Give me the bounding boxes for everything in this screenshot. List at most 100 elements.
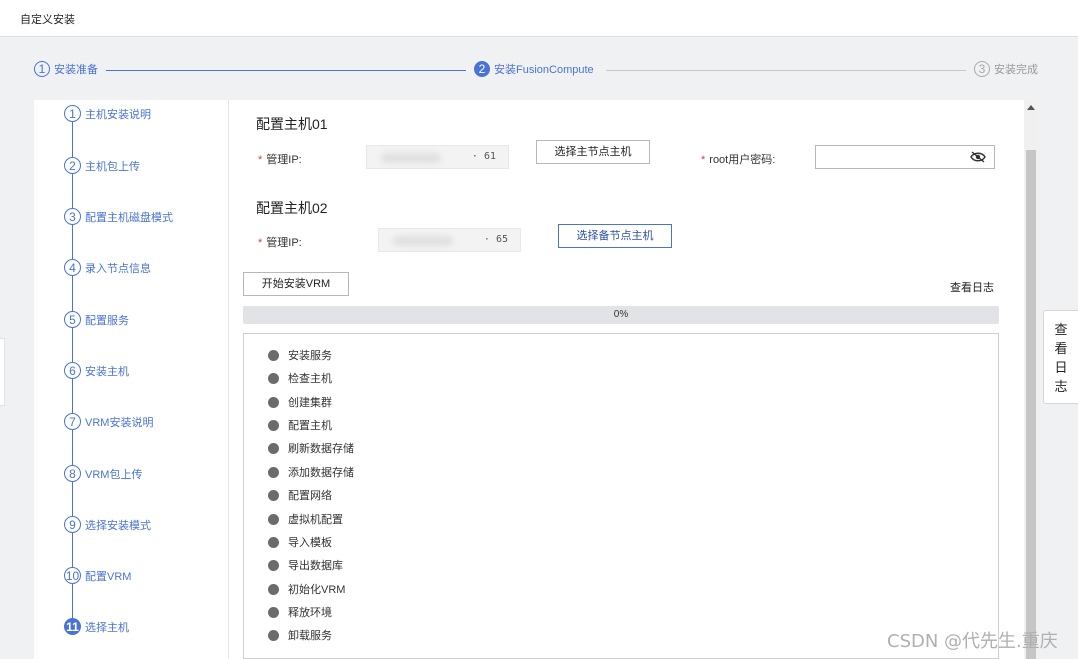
status-dot bbox=[268, 349, 279, 361]
step-number: 5 bbox=[64, 311, 81, 328]
step-label: 主机包上传 bbox=[85, 160, 140, 173]
root-password-input[interactable] bbox=[815, 145, 995, 169]
window-title: 自定义安装 bbox=[20, 14, 75, 26]
sub-stepper: 1 主机安装说明 2 主机包上传 3 配置主机磁盘模式 4 录入节点信息 5 配置服务 6… bbox=[34, 100, 229, 659]
step-label: 安装FusionCompute bbox=[494, 64, 594, 76]
host2-ip-label-text: 管理IP: bbox=[266, 237, 302, 249]
task-label: 安装服务 bbox=[288, 350, 332, 362]
task-list: 安装服务 检查主机 创建集群 配置主机 刷新数据存储 添加数据存储 配置网络 虚… bbox=[243, 333, 999, 659]
task-label: 导入模板 bbox=[288, 537, 332, 549]
task-label: 添加数据存储 bbox=[288, 467, 354, 479]
task-label: 虚拟机配置 bbox=[288, 514, 343, 526]
step-number: 9 bbox=[64, 516, 81, 533]
step-number: 1 bbox=[34, 61, 50, 77]
masked-ip-blur bbox=[393, 236, 453, 246]
install-progress-bar: 0% bbox=[243, 306, 999, 324]
task-label: 释放环境 bbox=[288, 607, 332, 619]
task-item: 刷新数据存储 bbox=[268, 440, 354, 456]
sub-step-6[interactable]: 6 安装主机 bbox=[64, 362, 129, 379]
task-label: 配置主机 bbox=[288, 420, 332, 432]
task-label: 卸载服务 bbox=[288, 630, 332, 642]
sub-step-11[interactable]: 11 选择主机 bbox=[64, 618, 129, 635]
required-marker: * bbox=[258, 237, 263, 249]
step-number: 2 bbox=[474, 61, 490, 77]
sub-step-2[interactable]: 2 主机包上传 bbox=[64, 157, 140, 174]
task-item: 添加数据存储 bbox=[268, 464, 354, 480]
task-item: 导出数据库 bbox=[268, 557, 343, 573]
status-dot bbox=[268, 396, 279, 408]
sub-step-9[interactable]: 9 选择安装模式 bbox=[64, 516, 151, 533]
host1-ip-value: · 61 bbox=[471, 151, 496, 162]
main-stepper: 1 安装准备 2 安装FusionCompute 3 安装完成 bbox=[0, 56, 1078, 86]
status-dot bbox=[268, 489, 279, 501]
status-dot bbox=[268, 606, 279, 618]
task-label: 刷新数据存储 bbox=[288, 443, 354, 455]
task-item: 配置网络 bbox=[268, 487, 332, 503]
status-dot bbox=[268, 536, 279, 548]
status-dot bbox=[268, 559, 279, 571]
task-label: 初始化VRM bbox=[288, 584, 346, 596]
task-label: 创建集群 bbox=[288, 397, 332, 409]
task-label: 检查主机 bbox=[288, 373, 332, 385]
side-view-log-tab[interactable]: 查 看 日 志 bbox=[1043, 310, 1078, 404]
host2-title: 配置主机02 bbox=[256, 200, 328, 216]
scroll-up-arrow-icon[interactable] bbox=[1027, 105, 1035, 110]
host1-ip-field[interactable]: · 61 bbox=[366, 145, 509, 169]
sub-step-7[interactable]: 7 VRM安装说明 bbox=[64, 413, 153, 430]
root-password-label: * root用户密码: bbox=[701, 151, 775, 167]
sub-step-10[interactable]: 10 配置VRM bbox=[64, 567, 131, 584]
host2-ip-field[interactable]: · 65 bbox=[378, 228, 521, 252]
side-log-char: 查 bbox=[1054, 322, 1068, 337]
sub-step-5[interactable]: 5 配置服务 bbox=[64, 311, 129, 328]
sub-step-8[interactable]: 8 VRM包上传 bbox=[64, 465, 142, 482]
task-item: 安装服务 bbox=[268, 347, 332, 363]
title-bar: 自定义安装 bbox=[0, 0, 1078, 37]
select-standby-host-button[interactable]: 选择备节点主机 bbox=[558, 224, 672, 248]
step-label: 配置服务 bbox=[85, 314, 129, 327]
step-label: 安装完成 bbox=[994, 64, 1038, 76]
required-marker: * bbox=[701, 154, 706, 166]
host1-title: 配置主机01 bbox=[256, 116, 328, 132]
main-step-2[interactable]: 2 安装FusionCompute bbox=[474, 61, 594, 77]
task-item: 检查主机 bbox=[268, 370, 332, 386]
start-install-vrm-button[interactable]: 开始安装VRM bbox=[243, 272, 349, 296]
view-log-link[interactable]: 查看日志 bbox=[950, 279, 994, 295]
side-log-char: 日 bbox=[1054, 360, 1068, 375]
main-step-3[interactable]: 3 安装完成 bbox=[974, 61, 1038, 77]
sub-step-4[interactable]: 4 录入节点信息 bbox=[64, 259, 151, 276]
task-item: 创建集群 bbox=[268, 394, 332, 410]
step-number: 3 bbox=[974, 61, 990, 77]
main-step-1[interactable]: 1 安装准备 bbox=[34, 61, 98, 77]
step-number: 4 bbox=[64, 259, 81, 276]
side-log-char: 看 bbox=[1054, 341, 1068, 356]
step-number: 10 bbox=[64, 567, 81, 584]
collapse-tab[interactable] bbox=[0, 338, 5, 406]
status-dot bbox=[268, 419, 279, 431]
task-item: 卸载服务 bbox=[268, 627, 332, 643]
sub-step-3[interactable]: 3 配置主机磁盘模式 bbox=[64, 208, 173, 225]
select-host-content: 配置主机01 * 管理IP: · 61 选择主节点主机 * root用户密码: 配置… bbox=[229, 100, 1024, 659]
status-dot bbox=[268, 513, 279, 525]
step-label: 配置VRM bbox=[85, 570, 132, 583]
step-connector bbox=[106, 70, 466, 71]
step-number: 7 bbox=[64, 413, 81, 430]
host1-ip-label: * 管理IP: bbox=[258, 151, 302, 167]
status-dot bbox=[268, 442, 279, 454]
eye-off-icon[interactable] bbox=[970, 151, 986, 163]
step-label: 安装准备 bbox=[54, 64, 98, 76]
status-dot bbox=[268, 583, 279, 595]
status-dot bbox=[268, 629, 279, 641]
scroll-thumb[interactable] bbox=[1026, 150, 1036, 659]
step-label: 配置主机磁盘模式 bbox=[85, 211, 173, 224]
step-number: 1 bbox=[64, 105, 81, 122]
task-item: 释放环境 bbox=[268, 604, 332, 620]
vertical-scrollbar[interactable] bbox=[1024, 100, 1038, 659]
host2-ip-value: · 65 bbox=[483, 234, 508, 245]
select-primary-host-button[interactable]: 选择主节点主机 bbox=[536, 140, 650, 164]
status-dot bbox=[268, 372, 279, 384]
task-item: 导入模板 bbox=[268, 534, 332, 550]
task-label: 配置网络 bbox=[288, 490, 332, 502]
sub-step-1[interactable]: 1 主机安装说明 bbox=[64, 105, 151, 122]
step-number: 2 bbox=[64, 157, 81, 174]
step-label: 主机安装说明 bbox=[85, 108, 151, 121]
